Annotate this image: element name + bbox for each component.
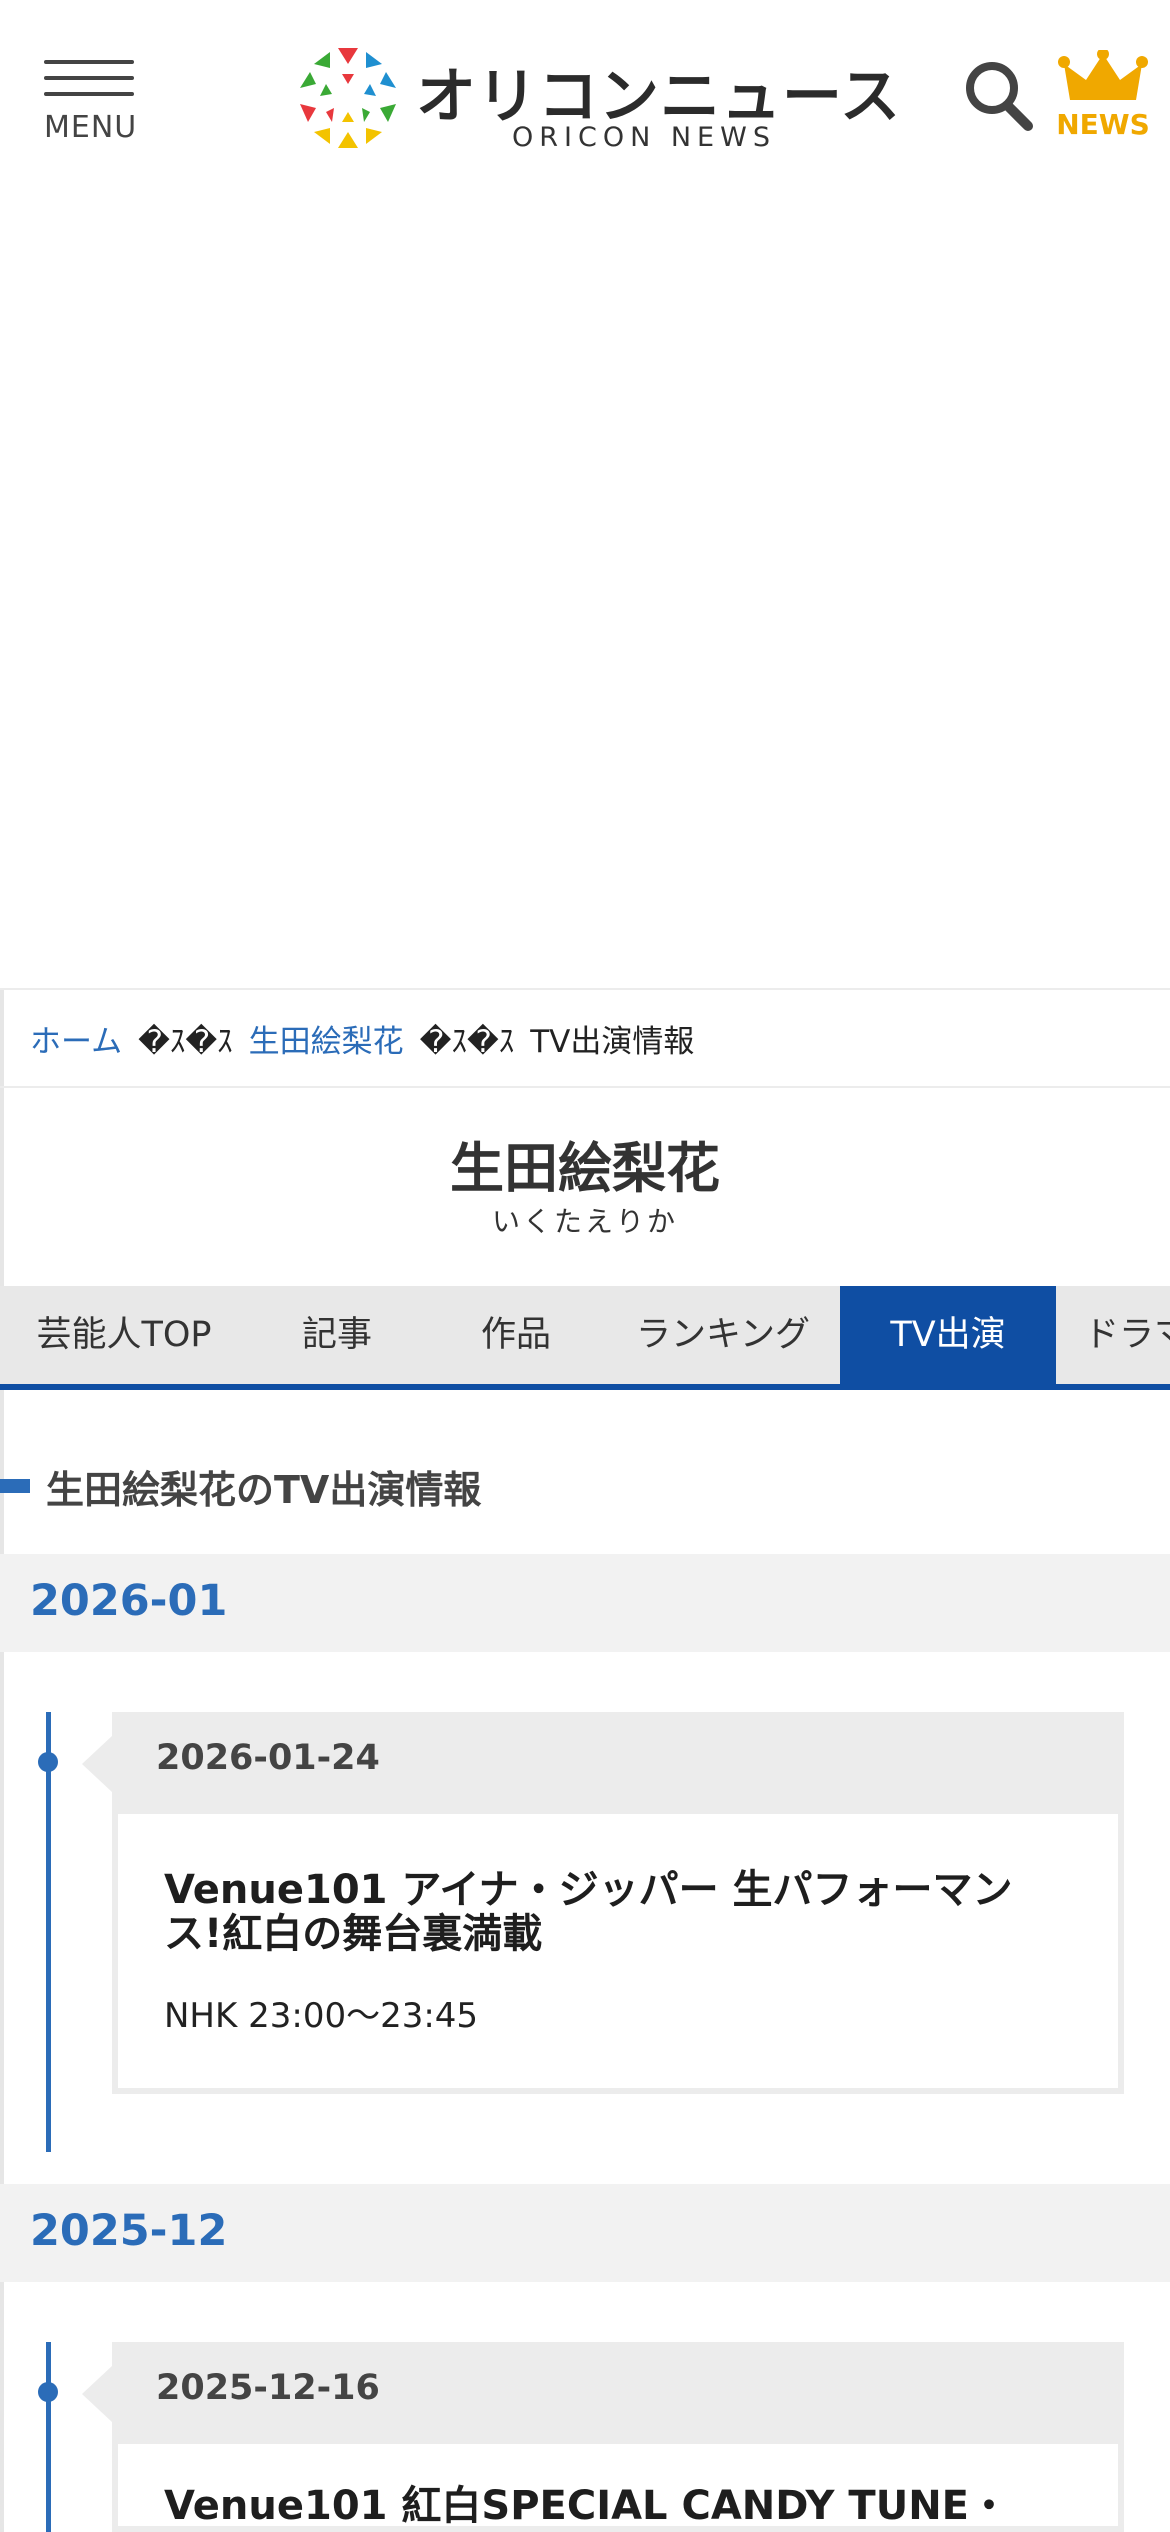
timeline-dot: [38, 1752, 58, 1772]
tv-appearance-entry[interactable]: 2026-01-24 Venue101 アイナ・ジッパー 生パフォーマンス!紅白…: [82, 1712, 1124, 2094]
breadcrumb-home-link[interactable]: ホーム: [30, 1016, 122, 1061]
menu-label: MENU: [44, 110, 138, 145]
news-label: NEWS: [1056, 108, 1150, 141]
tab-talent-top[interactable]: 芸能人TOP: [0, 1286, 248, 1384]
breadcrumb-separator: �ｽ�ｽ: [419, 1023, 515, 1060]
date-pointer: [82, 2366, 112, 2422]
timeline-dot: [38, 2382, 58, 2402]
crown-icon: [1058, 50, 1148, 100]
tab-works[interactable]: 作品: [426, 1286, 606, 1384]
oricon-news-logo[interactable]: オリコンニュース ORICON NEWS: [296, 44, 900, 156]
search-button[interactable]: [962, 56, 1036, 136]
search-icon: [966, 62, 1033, 131]
tab-drama[interactable]: ドラマ: [1056, 1286, 1170, 1384]
breadcrumb-separator: �ｽ�ｽ: [138, 1023, 233, 1060]
month-label: 2026-01: [30, 1576, 228, 1626]
logo-ring-icon: [300, 48, 396, 148]
section-heading: 生田絵梨花のTV出演情報: [0, 1458, 481, 1514]
entry-date-bar: 2025-12-16: [82, 2342, 1124, 2444]
logo-text-en: ORICON NEWS: [512, 122, 776, 153]
entry-date: 2026-01-24: [156, 1738, 380, 1778]
hamburger-icon-bar-2: [44, 76, 134, 80]
timeline-line: [46, 2342, 51, 2532]
profile-tabs: 芸能人TOP 記事 作品 ランキング TV出演 ドラマ: [0, 1286, 1170, 1390]
site-header: MENU オリコンニュース ORICON NEWS NEWS: [0, 0, 1170, 200]
page-title-kana: いくたえりか: [491, 1205, 678, 1238]
program-title[interactable]: Venue101 紅白SPECIAL CANDY TUNE・: [164, 2484, 1064, 2526]
month-label: 2025-12: [30, 2206, 228, 2256]
entry-card[interactable]: Venue101 アイナ・ジッパー 生パフォーマンス!紅白の舞台裏満載 NHK …: [112, 1814, 1124, 2094]
month-header: 2026-01: [0, 1554, 1170, 1652]
section-heading-text: 生田絵梨花のTV出演情報: [46, 1467, 482, 1512]
entry-card[interactable]: Venue101 紅白SPECIAL CANDY TUNE・: [112, 2444, 1124, 2532]
tab-tv-appearances[interactable]: TV出演: [840, 1286, 1056, 1384]
program-channel-time: NHK 23:00〜23:45: [164, 1996, 479, 2036]
timeline-line: [46, 1712, 51, 2152]
heading-marker: [0, 1479, 30, 1493]
entry-date-bar: 2026-01-24: [82, 1712, 1124, 1814]
tab-ranking[interactable]: ランキング: [606, 1286, 840, 1384]
menu-button[interactable]: MENU: [44, 56, 136, 146]
month-header: 2025-12: [0, 2184, 1170, 2282]
breadcrumb-current: TV出演情報: [530, 1023, 695, 1060]
program-title[interactable]: Venue101 アイナ・ジッパー 生パフォーマンス!紅白の舞台裏満載: [164, 1868, 1064, 1956]
breadcrumb-person-link[interactable]: 生田絵梨花: [249, 1016, 404, 1061]
tv-appearance-entry[interactable]: 2025-12-16 Venue101 紅白SPECIAL CANDY TUNE…: [82, 2342, 1124, 2532]
ad-space: [0, 200, 1170, 988]
page-title: 生田絵梨花: [450, 1137, 720, 1200]
tab-articles[interactable]: 記事: [248, 1286, 426, 1384]
date-pointer: [82, 1736, 112, 1792]
hamburger-icon-bar-1: [44, 60, 134, 64]
breadcrumb: ホーム �ｽ�ｽ 生田絵梨花 �ｽ�ｽ TV出演情報: [0, 988, 1170, 1088]
news-crown-button[interactable]: NEWS: [1056, 50, 1150, 146]
hamburger-icon-bar-3: [44, 92, 134, 96]
entry-date: 2025-12-16: [156, 2368, 380, 2408]
